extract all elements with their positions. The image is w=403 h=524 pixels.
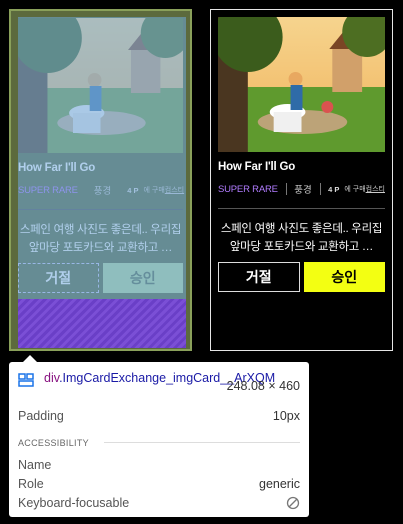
grid-layout-icon xyxy=(18,372,34,391)
photo-card-left[interactable]: How Far I'll Go SUPER RARE 풍경 4 P 에 구매컴스… xyxy=(9,9,192,351)
element-selector: div.ImgCardExchange_imgCard__ArXQM xyxy=(44,371,275,386)
approve-button[interactable]: 승인 xyxy=(303,262,385,292)
reject-button[interactable]: 거절 xyxy=(18,263,99,293)
card-title: How Far I'll Go xyxy=(218,161,296,173)
approve-button[interactable]: 승인 xyxy=(102,263,183,293)
shop-link[interactable]: 컴스티 xyxy=(165,187,184,194)
inspector-tooltip: div.ImgCardExchange_imgCard__ArXQM 248.0… xyxy=(9,355,309,517)
points-label: 4 P xyxy=(127,185,139,195)
card-image xyxy=(18,18,183,153)
element-tag: div xyxy=(44,371,60,385)
shop-text: 에 구매컴스티 xyxy=(344,184,385,194)
padding-label: Padding xyxy=(18,409,64,423)
card-description: 스페인 여행 사진도 좋은데.. 우리집 앞마당 포토카드와 교환하고 … xyxy=(220,223,383,253)
card-actions: 거절 승인 xyxy=(18,263,183,293)
card-description: 스페인 여행 사진도 좋은데.. 우리집 앞마당 포토카드와 교환하고 … xyxy=(19,224,182,254)
landscape-image xyxy=(218,17,385,152)
card-image xyxy=(218,17,385,152)
padding-value: 10px xyxy=(272,409,300,423)
padding-row: Padding 10px xyxy=(18,409,300,423)
role-label: Role xyxy=(18,477,44,491)
divider xyxy=(104,442,300,443)
not-focusable-icon xyxy=(286,496,300,513)
divider xyxy=(218,208,385,209)
card-title: How Far I'll Go xyxy=(18,162,96,174)
shop-prefix: 에 구매 xyxy=(143,187,165,194)
photo-card-right[interactable]: How Far I'll Go SUPER RARE 풍경 4 P 에 구매컴스… xyxy=(210,9,393,351)
card-meta: SUPER RARE 풍경 4 P 에 구매컴스티 xyxy=(218,182,385,196)
category-label: 풍경 xyxy=(294,185,312,196)
card-meta: SUPER RARE 풍경 4 P 에 구매컴스티 xyxy=(18,183,185,198)
element-size: 248.08 × 460 xyxy=(226,379,300,393)
role-value: generic xyxy=(259,477,300,491)
shop-link[interactable]: 컴스티 xyxy=(366,186,385,193)
landscape-image xyxy=(18,18,183,153)
accessibility-header: ACCESSIBILITY xyxy=(18,438,89,448)
divider xyxy=(18,209,183,210)
category-label: 풍경 xyxy=(93,186,112,197)
focusable-label: Keyboard-focusable xyxy=(18,496,130,510)
role-row: Role generic xyxy=(18,477,300,491)
shop-prefix: 에 구매 xyxy=(344,186,366,193)
name-row: Name xyxy=(18,458,300,472)
card-actions: 거절 승인 xyxy=(218,262,385,292)
name-label: Name xyxy=(18,458,52,472)
rarity-label: SUPER RARE xyxy=(218,183,278,195)
points-label: 4 P xyxy=(328,184,340,194)
shop-text: 에 구매컴스티 xyxy=(144,185,185,195)
focusable-row: Keyboard-focusable xyxy=(18,496,300,513)
reject-button[interactable]: 거절 xyxy=(218,262,300,292)
rarity-label: SUPER RARE xyxy=(18,184,78,196)
